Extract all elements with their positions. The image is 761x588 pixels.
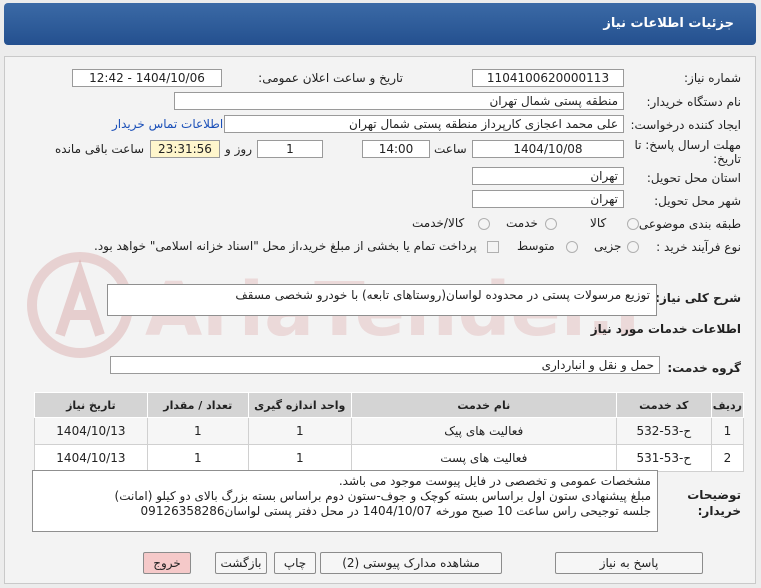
header-quantity: تعداد / مقدار [146,392,249,418]
table-header-row: ردیف کد خدمت نام خدمت واحد اندازه گیری ت… [34,392,745,418]
header-service-code: کد خدمت [615,392,712,418]
deadline-label-line2: تاریخ: [713,152,741,166]
description-box: توزیع مرسولات پستی در محدوده لواسان(روست… [107,284,657,316]
purchase-type-label: نوع فرآیند خرید : [656,240,741,254]
deadline-date-field: 1404/10/08 [472,140,624,158]
delivery-province-label: استان محل تحویل: [646,171,741,185]
delivery-province-field: تهران [472,167,624,185]
category-option-goods-service: کالا/خدمت [412,216,465,230]
cell-unit: 1 [247,417,352,445]
announce-datetime-label: تاریخ و ساعت اعلان عمومی: [258,71,403,85]
service-group-label: گروه خدمت: [667,361,741,375]
description-text: توزیع مرسولات پستی در محدوده لواسان(روست… [235,288,650,302]
header-row-number: ردیف [710,392,745,418]
purchase-radio-minor[interactable] [627,241,639,253]
category-radio-goods[interactable] [627,218,639,230]
cell-quantity: 1 [146,417,249,445]
delivery-city-field: تهران [472,190,624,208]
back-button[interactable]: بازگشت [215,552,267,574]
table-row: 1 ح-53-532 فعالیت های پیک 1 1 1404/10/13 [34,417,745,445]
cell-row-number: 2 [710,444,745,472]
buyer-org-label: نام دستگاه خریدار: [646,95,742,109]
buyer-contact-link[interactable]: اطلاعات تماس خریدار [112,117,223,131]
view-attachments-button[interactable]: مشاهده مدارک پیوستی (2) [320,552,502,574]
purchase-option-minor: جزیی [594,239,622,253]
announce-datetime-field: 1404/10/06 - 12:42 [72,69,222,87]
table-row: 2 ح-53-531 فعالیت های پست 1 1 1404/10/13 [34,444,745,472]
category-label: طبقه بندی موضوعی: [634,217,741,231]
need-number-field: 1104100620000113 [472,69,624,87]
category-option-goods: کالا [590,216,607,230]
remaining-days-label: روز و [225,142,252,156]
header-unit: واحد اندازه گیری [247,392,352,418]
exit-button[interactable]: خروج [143,552,191,574]
header-service-name: نام خدمت [350,392,617,418]
print-button[interactable]: چاپ [274,552,316,574]
buyer-org-field: منطقه پستی شمال تهران [174,92,624,110]
buyer-notes-label-line1: توضیحات [687,488,741,502]
delivery-city-label: شهر محل تحویل: [654,194,741,208]
buyer-notes-box: مشخصات عمومی و تخصصی در فایل پیوست موجود… [32,470,658,532]
category-radio-service[interactable] [545,218,557,230]
purchase-radio-medium[interactable] [566,241,578,253]
buyer-notes-line: مبلغ پیشنهادی ستون اول براساس بسته کوچک … [114,489,651,503]
buyer-notes-line: جلسه توجیحی راس ساعت 10 صبح مورخه 1404/1… [140,504,651,518]
cell-need-date: 1404/10/13 [34,417,148,445]
header-need-date: تاریخ نیاز [34,392,148,418]
requester-field: علی محمد اعجازی کارپرداز منطقه پستی شمال… [224,115,624,133]
cell-service-code: ح-53-531 [615,444,712,472]
cell-row-number: 1 [710,417,745,445]
cell-need-date: 1404/10/13 [34,444,148,472]
remaining-time-field: 23:31:56 [150,140,220,158]
remaining-time-label: ساعت باقی مانده [55,142,145,156]
cell-quantity: 1 [146,444,249,472]
category-radio-goods-service[interactable] [478,218,490,230]
page-title: جزئیات اطلاعات نیاز [603,16,734,31]
cell-service-name: فعالیت های پیک [350,417,617,445]
requester-label: ایجاد کننده درخواست: [630,118,741,132]
buyer-notes-line: مشخصات عمومی و تخصصی در فایل پیوست موجود… [338,474,651,488]
purchase-option-medium: متوسط [517,239,555,253]
cell-unit: 1 [247,444,352,472]
category-option-service: خدمت [506,216,538,230]
description-label: شرح کلی نیاز: [655,291,741,305]
treasury-payment-checkbox[interactable] [487,241,499,253]
deadline-time-field: 14:00 [362,140,430,158]
deadline-label-line1: مهلت ارسال پاسخ: تا [634,138,741,152]
cell-service-name: فعالیت های پست [350,444,617,472]
page-title-bar: جزئیات اطلاعات نیاز [4,3,756,45]
cell-service-code: ح-53-532 [615,417,712,445]
remaining-days-field: 1 [257,140,323,158]
need-number-label: شماره نیاز: [684,71,741,85]
treasury-payment-note: پرداخت تمام یا بخشی از مبلغ خرید،از محل … [94,239,477,253]
services-table: ردیف کد خدمت نام خدمت واحد اندازه گیری ت… [34,392,745,472]
services-section-title: اطلاعات خدمات مورد نیاز [590,322,741,336]
service-group-field: حمل و نقل و انبارداری [110,356,660,374]
reply-button[interactable]: پاسخ به نیاز [555,552,703,574]
deadline-time-label: ساعت [434,142,467,156]
buyer-notes-label-line2: خریدار: [697,504,741,518]
